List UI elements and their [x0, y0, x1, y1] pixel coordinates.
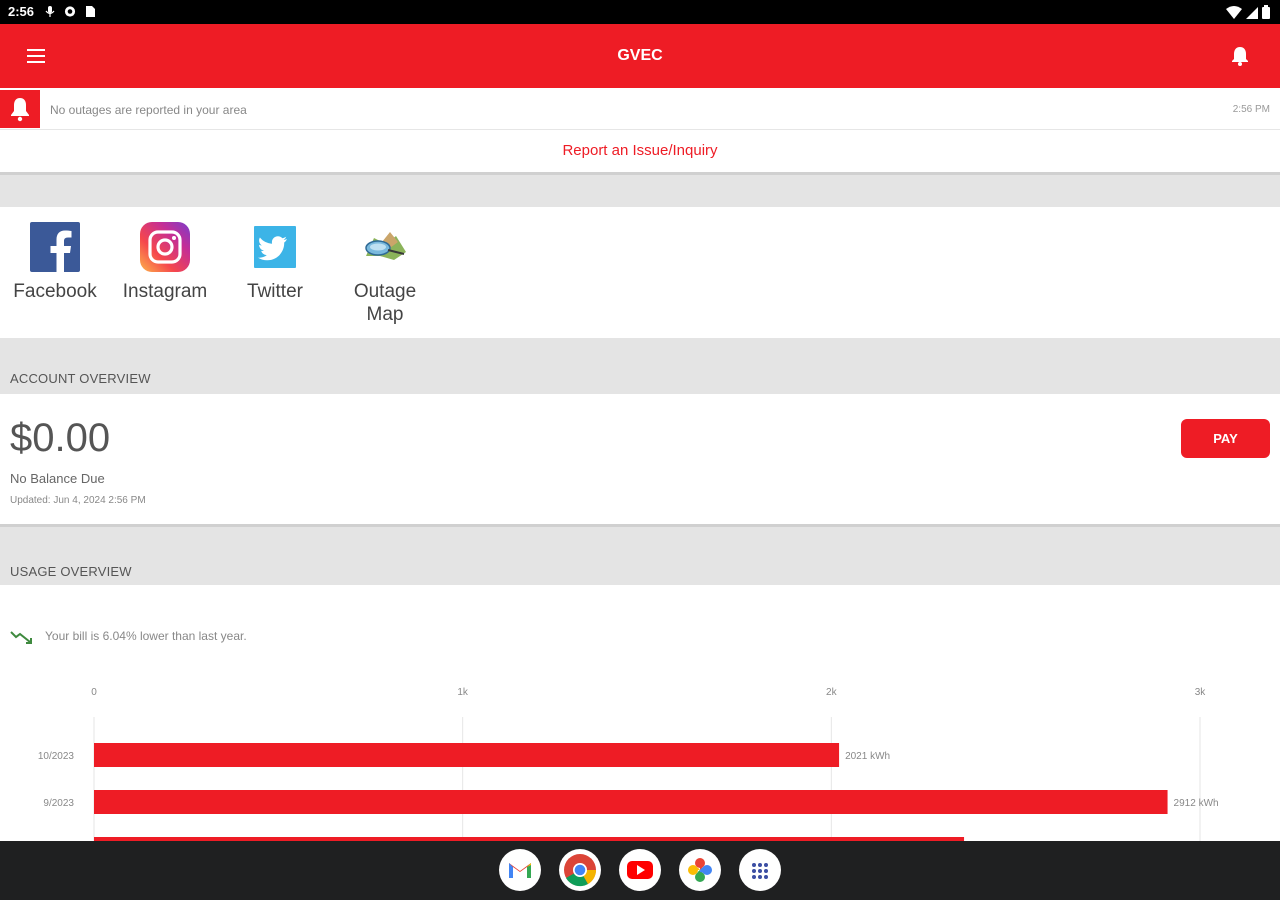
app-drawer-icon[interactable]: [739, 849, 781, 891]
chrome-app-icon[interactable]: [559, 849, 601, 891]
report-issue-link[interactable]: Report an Issue/Inquiry: [0, 142, 1280, 159]
signal-icon: [1246, 6, 1258, 19]
outage-map-label-line1: Outage: [353, 281, 417, 302]
outage-timestamp: 2:56 PM: [1232, 104, 1270, 115]
instagram-icon: [140, 222, 190, 272]
status-system-icons: [1226, 5, 1270, 19]
usage-overview-header: USAGE OVERVIEW: [0, 527, 1280, 585]
chart-value-label: 2021 kWh: [845, 751, 890, 762]
mic-icon: [45, 6, 55, 17]
youtube-app-icon[interactable]: [619, 849, 661, 891]
twitter-icon: [254, 226, 296, 268]
facebook-icon: [30, 222, 80, 272]
outage-message: No outages are reported in your area: [50, 103, 247, 117]
section-separator: [0, 173, 1280, 207]
gmail-app-icon[interactable]: [499, 849, 541, 891]
account-overview-header: ACCOUNT OVERVIEW: [0, 338, 1280, 394]
account-overview-title: ACCOUNT OVERVIEW: [10, 371, 151, 386]
usage-bar-chart: 0 1k 2k 3k 10/2023 2021 kWh 9/2023 2912 kWh: [38, 687, 1219, 841]
chart-tick-label: 0: [91, 687, 97, 698]
facebook-label: Facebook: [13, 281, 97, 302]
android-dock: [0, 841, 1280, 900]
outage-map-label: Outage Map: [335, 280, 435, 326]
chart-tick-label: 3k: [1195, 687, 1207, 698]
outage-map-label-line2: Map: [366, 304, 404, 325]
status-notification-icons: [44, 5, 96, 18]
chart-tick-label: 1k: [457, 687, 469, 698]
chart-category-label: 10/2023: [38, 751, 75, 762]
usage-overview-title: USAGE OVERVIEW: [10, 564, 132, 579]
chart-tick-label: 2k: [826, 687, 838, 698]
notifications-bell-icon[interactable]: [1228, 44, 1252, 68]
outage-map-tile[interactable]: Outage Map: [335, 222, 435, 326]
photos-app-icon[interactable]: [679, 849, 721, 891]
balance-updated-time: Updated: Jun 4, 2024 2:56 PM: [10, 495, 146, 506]
outage-map-icon: [365, 232, 406, 260]
balance-amount: $0.00: [10, 416, 111, 460]
chart-value-label: 2912 kWh: [1174, 798, 1219, 809]
twitter-label: Twitter: [247, 281, 303, 302]
battery-icon: [1262, 5, 1270, 19]
sim-card-icon: [86, 6, 95, 17]
app-title: GVEC: [617, 47, 663, 64]
status-time: 2:56: [8, 4, 35, 19]
balance-status: No Balance Due: [10, 471, 105, 486]
trend-down-icon: [10, 631, 32, 644]
status-bar: 2:56: [0, 0, 1280, 24]
chart-bar: [94, 743, 840, 767]
usage-trend-text: Your bill is 6.04% lower than last year.: [45, 629, 247, 643]
alert-bell-icon: [11, 98, 29, 122]
app-bar: GVEC: [0, 24, 1280, 88]
twitter-tile[interactable]: Twitter: [225, 222, 325, 303]
divider: [0, 172, 1280, 175]
wifi-icon: [1226, 5, 1242, 19]
chart-category-label: 9/2023: [43, 798, 74, 809]
facebook-tile[interactable]: Facebook: [5, 222, 105, 303]
instagram-tile[interactable]: Instagram: [115, 222, 215, 303]
vpn-icon: [64, 6, 76, 17]
pay-button[interactable]: PAY: [1181, 419, 1270, 458]
outage-banner: No outages are reported in your area 2:5…: [0, 88, 1280, 130]
outage-alert-badge: [0, 90, 40, 128]
instagram-label: Instagram: [122, 281, 208, 302]
chart-bar: [94, 790, 1168, 814]
